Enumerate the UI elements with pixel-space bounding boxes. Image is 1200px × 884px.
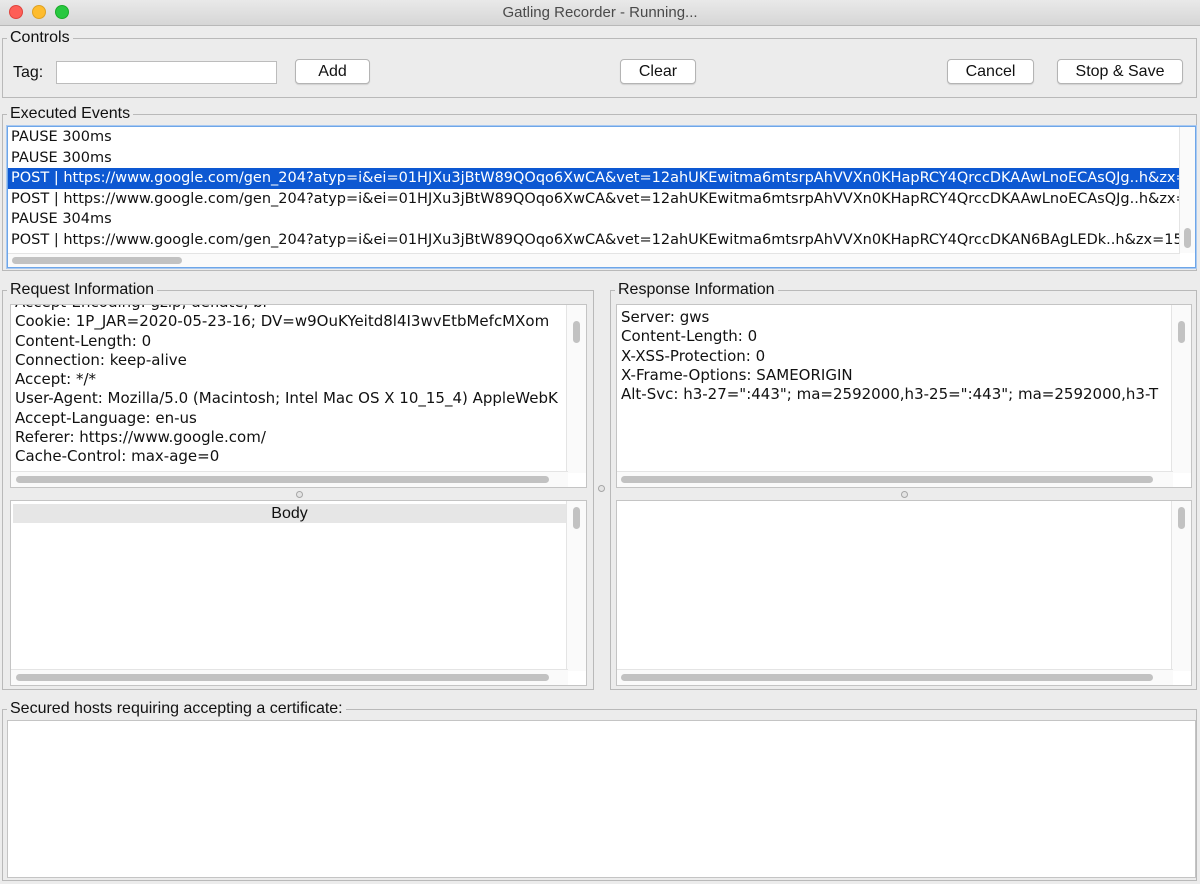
request-headers-content: Accept-Encoding: gzip, deflate, br Cooki…	[12, 305, 567, 473]
events-horizontal-scroll-thumb[interactable]	[12, 257, 182, 264]
request-header-line: Accept-Language: en-us	[15, 408, 197, 427]
event-item[interactable]: POST | https://www.google.com/gen_204?at…	[8, 230, 1180, 251]
response-header-line: X-Frame-Options: SAMEORIGIN	[621, 365, 853, 384]
request-header-line: Cookie: 1P_JAR=2020-05-23-16; DV=w9OuKYe…	[15, 312, 550, 331]
executed-events-group-label: Executed Events	[7, 105, 134, 123]
secured-hosts-list[interactable]	[7, 720, 1196, 878]
request-body-horizontal-scroll-thumb[interactable]	[16, 674, 549, 681]
request-body-header: Body	[13, 504, 566, 523]
title-bar: Gatling Recorder - Running...	[0, 0, 1200, 26]
event-item[interactable]: POST | https://www.google.com/gen_204?at…	[8, 189, 1180, 210]
event-item-selected[interactable]: POST | https://www.google.com/gen_204?at…	[8, 168, 1180, 189]
request-header-line: Accept: */*	[15, 370, 96, 389]
response-body-vertical-scroll-thumb[interactable]	[1178, 507, 1185, 529]
event-item[interactable]: PAUSE 300ms	[8, 148, 1180, 169]
request-header-line: Accept-Encoding: gzip, deflate, br	[12, 305, 567, 312]
request-body-vertical-scrollbar[interactable]	[566, 501, 586, 671]
response-header-line: Alt-Svc: h3-27=":443"; ma=2592000,h3-25=…	[621, 385, 1159, 404]
events-vertical-scroll-thumb[interactable]	[1184, 228, 1191, 248]
request-body-area[interactable]	[10, 500, 587, 686]
response-body-vertical-scrollbar[interactable]	[1171, 501, 1191, 671]
request-header-line: Connection: keep-alive	[15, 350, 187, 369]
events-horizontal-scrollbar[interactable]	[8, 253, 1180, 267]
executed-events-lines: PAUSE 300ms PAUSE 300ms POST | https://w…	[8, 127, 1180, 253]
request-response-split-divider[interactable]	[598, 485, 605, 492]
secured-hosts-group-label: Secured hosts requiring accepting a cert…	[7, 700, 346, 718]
response-body-horizontal-scroll-thumb[interactable]	[621, 674, 1153, 681]
response-information-group-label: Response Information	[615, 281, 778, 299]
request-body-horizontal-scrollbar[interactable]	[11, 669, 568, 685]
window-title: Gatling Recorder - Running...	[502, 4, 698, 21]
request-body-vertical-scroll-thumb[interactable]	[573, 507, 580, 529]
request-header-line: User-Agent: Mozilla/5.0 (Macintosh; Inte…	[15, 389, 558, 408]
response-body-horizontal-scrollbar[interactable]	[617, 669, 1173, 685]
events-vertical-scrollbar[interactable]	[1179, 127, 1195, 253]
controls-group-label: Controls	[7, 29, 73, 47]
response-headers-horizontal-scrollbar[interactable]	[617, 471, 1173, 487]
clear-button[interactable]: Clear	[620, 59, 696, 84]
response-headers-lines: Server: gws Content-Length: 0 X-XSS-Prot…	[618, 308, 1168, 473]
request-header-line: Referer: https://www.google.com/	[15, 428, 266, 447]
cancel-button[interactable]: Cancel	[947, 59, 1034, 84]
response-headers-vertical-scroll-thumb[interactable]	[1178, 321, 1185, 343]
response-split-divider[interactable]	[901, 491, 908, 498]
executed-events-list[interactable]: PAUSE 300ms PAUSE 300ms POST | https://w…	[7, 126, 1196, 268]
stop-and-save-button[interactable]: Stop & Save	[1057, 59, 1183, 84]
request-headers-vertical-scrollbar[interactable]	[566, 305, 586, 473]
request-headers-lines: Accept-Encoding: gzip, deflate, br Cooki…	[12, 305, 567, 473]
response-header-line: Content-Length: 0	[621, 327, 758, 346]
request-headers-horizontal-scroll-thumb[interactable]	[16, 476, 549, 483]
response-headers-horizontal-scroll-thumb[interactable]	[621, 476, 1153, 483]
response-header-line: X-XSS-Protection: 0	[621, 346, 766, 365]
request-headers-area[interactable]: Accept-Encoding: gzip, deflate, br Cooki…	[10, 304, 587, 488]
response-headers-vertical-scrollbar[interactable]	[1171, 305, 1191, 473]
response-headers-area[interactable]: Server: gws Content-Length: 0 X-XSS-Prot…	[616, 304, 1192, 488]
request-header-line: Content-Length: 0	[15, 331, 152, 350]
request-headers-vertical-scroll-thumb[interactable]	[573, 321, 580, 343]
request-header-line: Cache-Control: max-age=0	[15, 447, 220, 466]
response-header-line: Server: gws	[621, 308, 710, 326]
response-body-area[interactable]	[616, 500, 1192, 686]
request-split-divider[interactable]	[296, 491, 303, 498]
tag-input[interactable]	[56, 61, 277, 84]
event-item[interactable]: PAUSE 300ms	[8, 127, 1180, 148]
add-button[interactable]: Add	[295, 59, 370, 84]
tag-label: Tag:	[13, 64, 44, 81]
request-headers-horizontal-scrollbar[interactable]	[11, 471, 568, 487]
event-item[interactable]: PAUSE 304ms	[8, 209, 1180, 230]
request-information-group-label: Request Information	[7, 281, 158, 299]
